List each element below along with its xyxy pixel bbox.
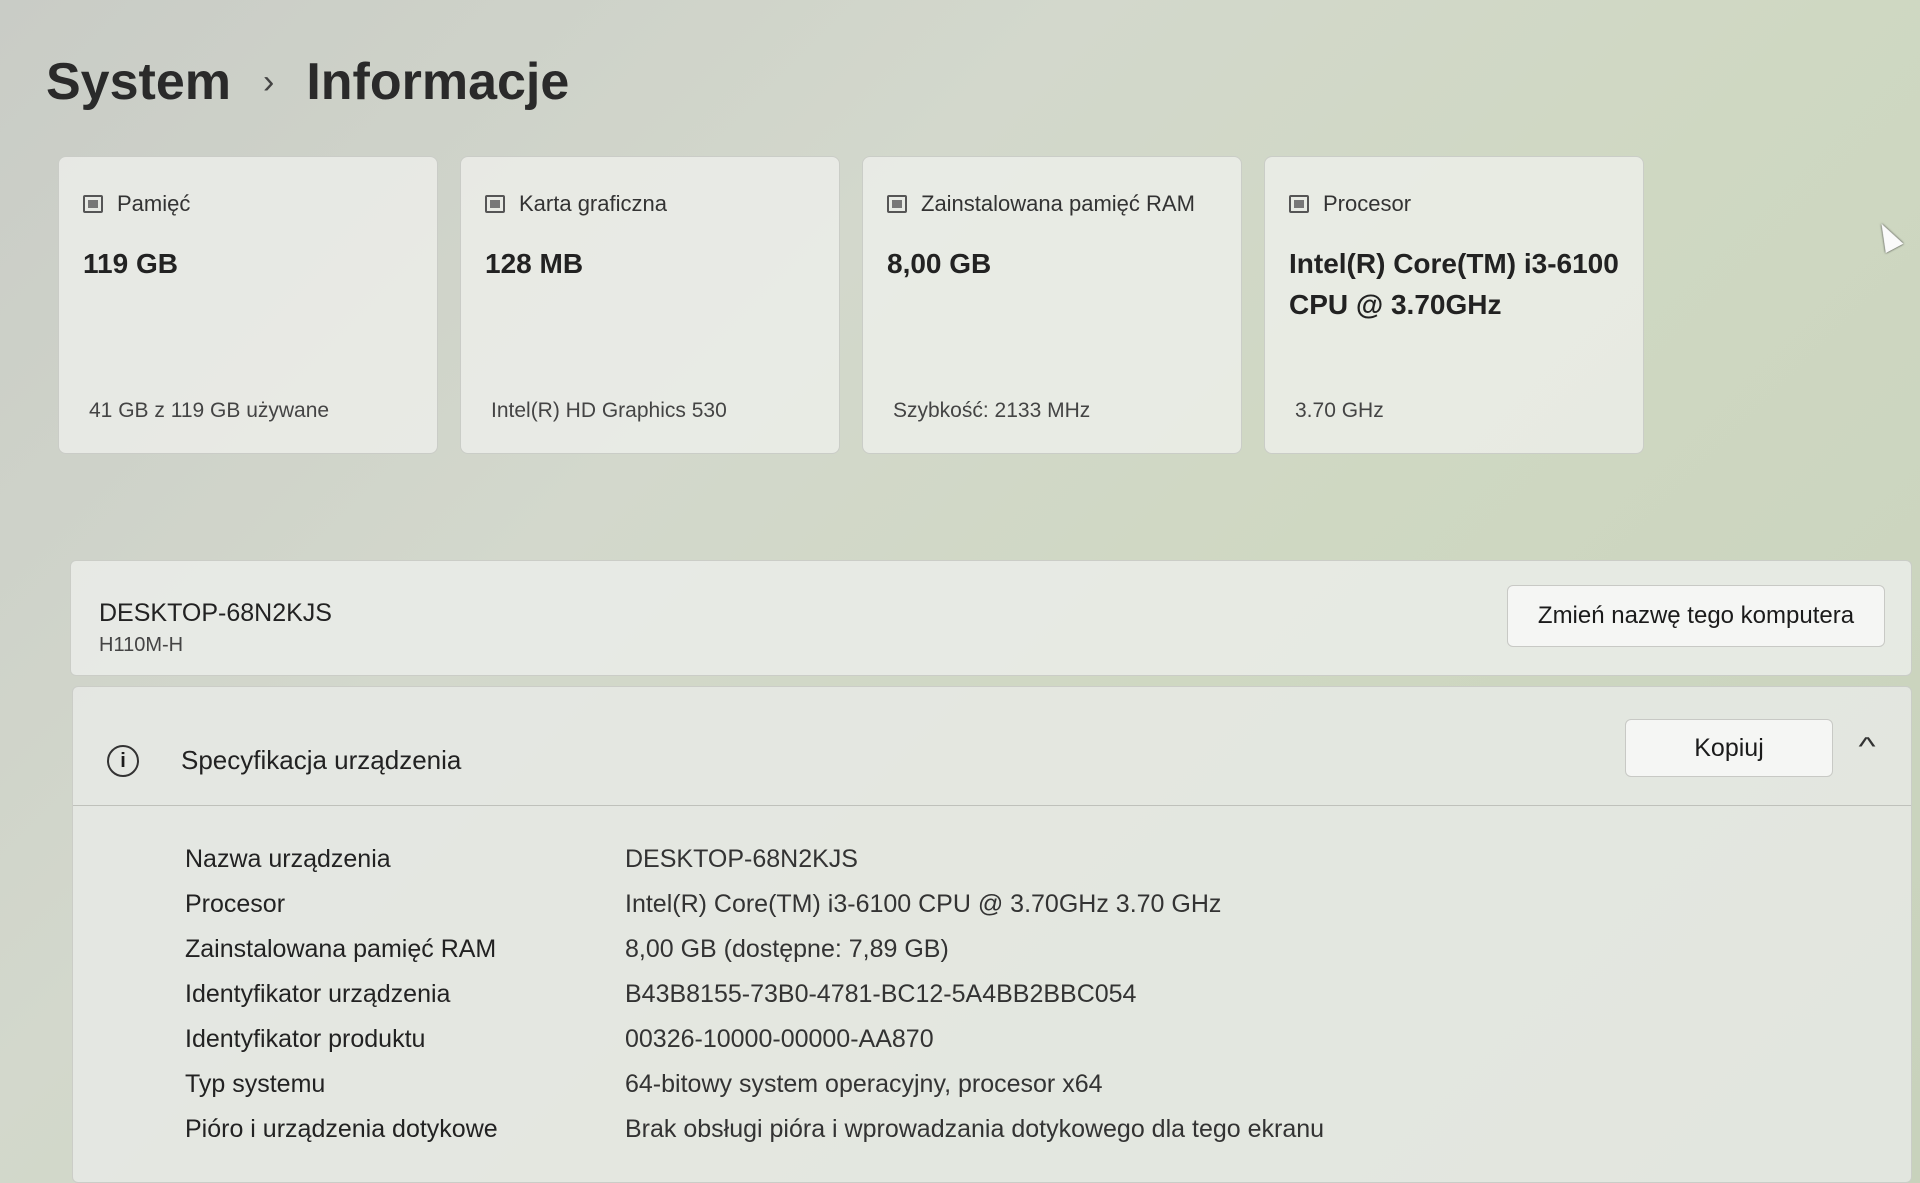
- spec-label: Identyfikator urządzenia: [185, 980, 451, 1008]
- spec-value: 00326-10000-00000-AA870: [625, 1025, 934, 1053]
- spec-row: Zainstalowana pamięć RAM 8,00 GB (dostępn…: [185, 927, 1324, 972]
- breadcrumb-separator-icon: ›: [263, 62, 275, 101]
- mouse-cursor-icon: [1872, 218, 1904, 254]
- card-label: Pamięć: [117, 191, 191, 216]
- summary-cards: Pamięć 119 GB 41 GB z 119 GB używane Kar…: [58, 156, 1644, 454]
- spec-value: 64-bitowy system operacyjny, procesor x6…: [625, 1070, 1103, 1098]
- spec-value: B43B8155-73B0-4781-BC12-5A4BB2BBC054: [625, 980, 1137, 1008]
- spec-row: Identyfikator urządzenia B43B8155-73B0-47…: [185, 972, 1324, 1017]
- breadcrumb: System › Informacje: [46, 52, 569, 112]
- spec-row: Nazwa urządzenia DESKTOP-68N2KJS: [185, 837, 1324, 882]
- storage-icon: [83, 195, 103, 213]
- spec-label: Nazwa urządzenia: [185, 845, 391, 873]
- spec-label: Pióro i urządzenia dotykowe: [185, 1115, 498, 1143]
- chevron-up-icon[interactable]: ^: [1859, 731, 1876, 762]
- spec-header[interactable]: i Specyfikacja urządzenia Kopiuj ^: [73, 687, 1911, 806]
- spec-value: Intel(R) Core(TM) i3-6100 CPU @ 3.70GHz …: [625, 890, 1222, 918]
- card-detail: 3.70 GHz: [1295, 399, 1384, 422]
- spec-value: 8,00 GB (dostępne: 7,89 GB): [625, 935, 949, 963]
- spec-row: Identyfikator produktu 00326-10000-00000-…: [185, 1017, 1324, 1062]
- card-ram: Zainstalowana pamięć RAM 8,00 GB Szybkoś…: [862, 156, 1242, 454]
- device-model: H110M-H: [99, 634, 184, 656]
- card-graphics: Karta graficzna 128 MB Intel(R) HD Graph…: [460, 156, 840, 454]
- device-specifications-section: i Specyfikacja urządzenia Kopiuj ^ Nazwa…: [72, 686, 1912, 1183]
- card-detail: 41 GB z 119 GB używane: [89, 399, 330, 422]
- card-value: 128 MB: [485, 248, 584, 279]
- card-value: 8,00 GB: [887, 248, 992, 279]
- spec-label: Typ systemu: [185, 1070, 326, 1098]
- spec-label: Zainstalowana pamięć RAM: [185, 935, 497, 963]
- ram-icon: [887, 195, 907, 213]
- device-name: DESKTOP-68N2KJS: [99, 599, 332, 627]
- spec-row: Procesor Intel(R) Core(TM) i3-6100 CPU @ …: [185, 882, 1324, 927]
- spec-value: Brak obsługi pióra i wprowadzania dotyko…: [625, 1115, 1325, 1143]
- spec-row: Typ systemu 64-bitowy system operacyjny, …: [185, 1062, 1324, 1107]
- card-value: Intel(R) Core(TM) i3-6100 CPU @ 3.70GHz: [1289, 248, 1619, 320]
- info-icon: i: [107, 745, 139, 777]
- graphics-card-icon: [485, 195, 505, 213]
- card-detail: Intel(R) HD Graphics 530: [491, 399, 727, 422]
- card-detail: Szybkość: 2133 MHz: [893, 399, 1091, 422]
- copy-button[interactable]: Kopiuj: [1625, 719, 1833, 777]
- breadcrumb-parent[interactable]: System: [46, 52, 231, 112]
- spec-list: Nazwa urządzenia DESKTOP-68N2KJS Procesor…: [185, 837, 1324, 1152]
- spec-label: Identyfikator produktu: [185, 1025, 426, 1053]
- card-value: 119 GB: [83, 248, 178, 279]
- spec-title: Specyfikacja urządzenia: [181, 745, 462, 775]
- card-label: Procesor: [1323, 191, 1412, 216]
- card-label: Zainstalowana pamięć RAM: [921, 191, 1195, 216]
- spec-row: Pióro i urządzenia dotykowe Brak obsługi …: [185, 1107, 1324, 1152]
- card-processor: Procesor Intel(R) Core(TM) i3-6100 CPU @…: [1264, 156, 1644, 454]
- rename-pc-button[interactable]: Zmień nazwę tego komputera: [1507, 585, 1885, 647]
- card-storage: Pamięć 119 GB 41 GB z 119 GB używane: [58, 156, 438, 454]
- device-name-panel: DESKTOP-68N2KJS H110M-H Zmień nazwę tego…: [70, 560, 1912, 676]
- processor-icon: [1289, 195, 1309, 213]
- page-title: Informacje: [306, 53, 570, 111]
- spec-value: DESKTOP-68N2KJS: [625, 845, 858, 873]
- card-label: Karta graficzna: [519, 191, 667, 216]
- spec-label: Procesor: [185, 890, 286, 918]
